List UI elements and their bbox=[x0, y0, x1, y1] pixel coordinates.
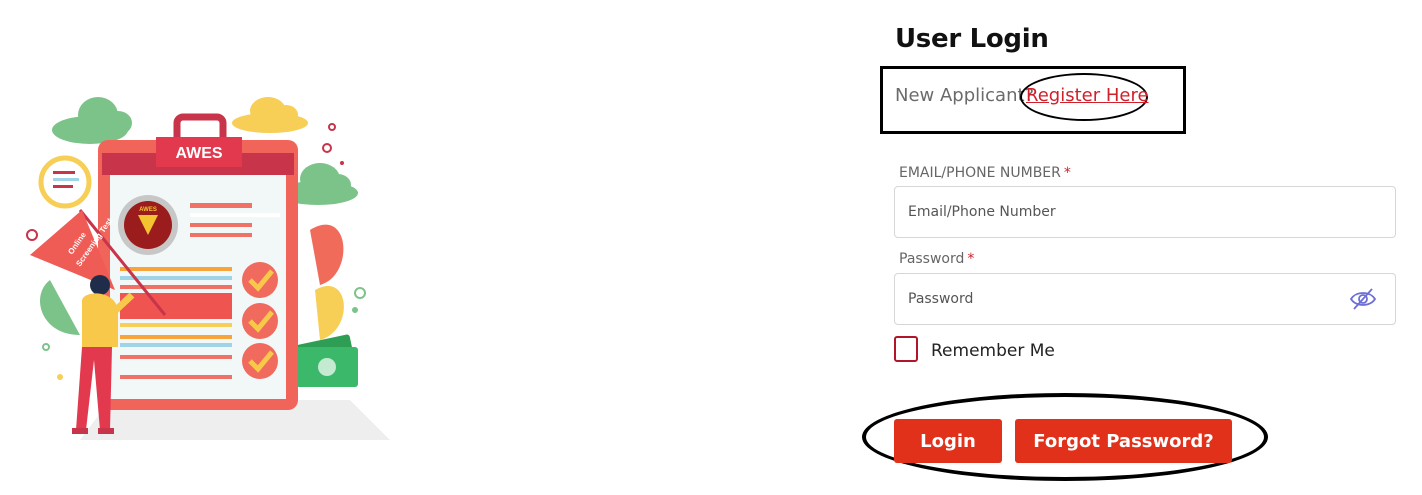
awes-emblem-icon: AWES bbox=[118, 195, 178, 255]
money-icon bbox=[289, 334, 358, 387]
magnifier-icon bbox=[38, 155, 92, 209]
password-label-text: Password bbox=[899, 251, 965, 267]
page-title: User Login bbox=[895, 24, 1049, 54]
board-title: AWES bbox=[175, 145, 222, 162]
new-applicant-text: New Applicant? bbox=[895, 85, 1035, 106]
check-badge-icon bbox=[242, 343, 278, 379]
login-button[interactable]: Login bbox=[894, 419, 1002, 463]
email-field[interactable]: Email/Phone Number bbox=[894, 186, 1396, 238]
password-label: Password * bbox=[899, 251, 974, 267]
email-label: EMAIL/PHONE NUMBER * bbox=[899, 165, 1071, 181]
remember-me-label: Remember Me bbox=[931, 341, 1055, 361]
required-mark: * bbox=[967, 251, 975, 267]
email-label-text: EMAIL/PHONE NUMBER bbox=[899, 165, 1061, 181]
check-badge-icon bbox=[242, 303, 278, 339]
password-field[interactable]: Password bbox=[894, 273, 1396, 325]
cloud-yellow-icon bbox=[232, 97, 308, 133]
cloud-green-left-icon bbox=[52, 97, 132, 144]
forgot-password-button[interactable]: Forgot Password? bbox=[1015, 419, 1232, 463]
awes-illustration: AWES AWES Online Screening Test bbox=[26, 97, 390, 440]
email-placeholder: Email/Phone Number bbox=[908, 204, 1056, 220]
required-mark: * bbox=[1063, 165, 1071, 181]
check-badge-icon bbox=[242, 262, 278, 298]
eye-slash-icon[interactable] bbox=[1349, 286, 1377, 312]
password-placeholder: Password bbox=[908, 291, 974, 307]
remember-me-checkbox[interactable] bbox=[894, 336, 918, 362]
emblem-text: AWES bbox=[139, 207, 157, 213]
register-link[interactable]: Register Here bbox=[1026, 85, 1149, 106]
